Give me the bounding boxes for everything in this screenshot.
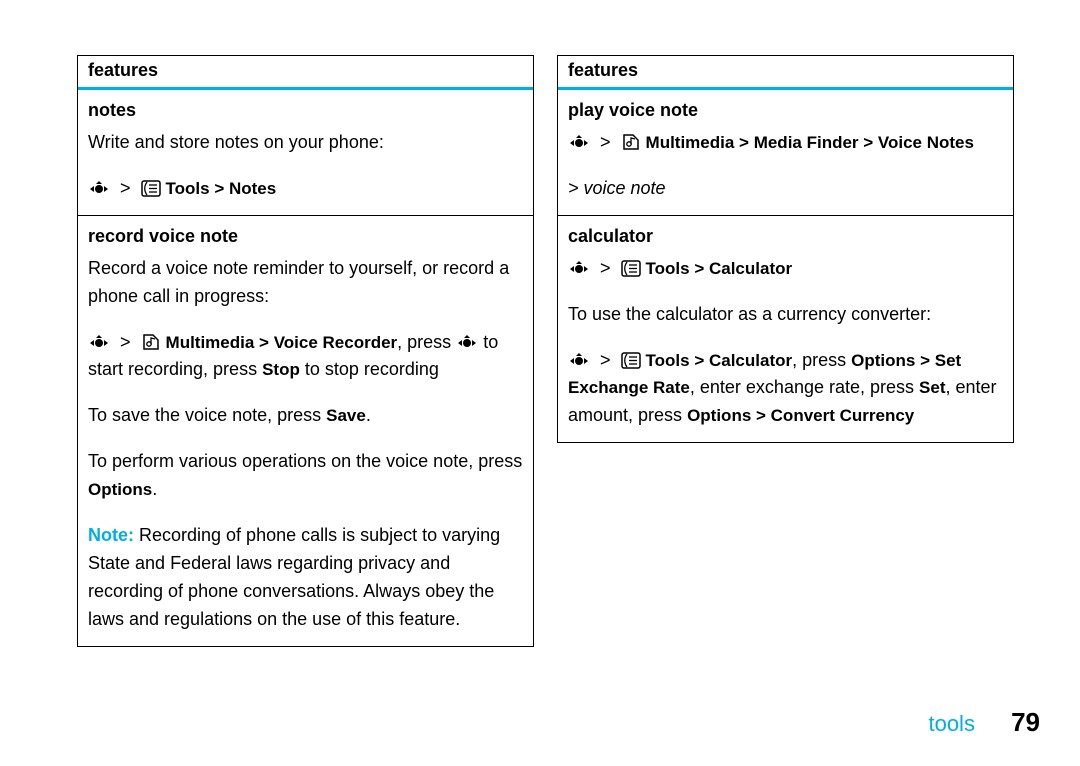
tools-icon <box>141 179 161 197</box>
paragraph-italic: > voice note <box>558 169 1013 215</box>
feature-title: record voice note <box>78 216 533 249</box>
paragraph: To use the calculator as a currency conv… <box>558 295 1013 341</box>
note-paragraph: Note: Recording of phone calls is subjec… <box>78 516 533 646</box>
page-number: 79 <box>1011 707 1040 737</box>
page-footer: tools 79 <box>928 707 1040 738</box>
paragraph: > Multimedia > Voice Recorder, press to … <box>78 323 533 397</box>
paragraph: To perform various operations on the voi… <box>78 442 533 516</box>
paragraph: Record a voice note reminder to yourself… <box>78 249 533 323</box>
nav-path: > Multimedia > Media Finder > Voice Note… <box>558 123 1013 169</box>
nav-path: > Tools > Notes <box>78 169 533 215</box>
center-key-icon <box>568 261 590 277</box>
feature-title: play voice note <box>558 90 1013 123</box>
feature-cell: notesWrite and store notes on your phone… <box>78 90 533 216</box>
tools-icon <box>621 351 641 369</box>
feature-cell: record voice noteRecord a voice note rem… <box>78 216 533 646</box>
nav-path: > Tools > Calculator <box>558 249 1013 295</box>
right-column: featuresplay voice note > Multimedia > M… <box>557 55 1014 443</box>
feature-title: notes <box>78 90 533 123</box>
center-key-icon <box>456 335 478 351</box>
paragraph: Write and store notes on your phone: <box>78 123 533 169</box>
center-key-icon <box>88 181 110 197</box>
center-key-icon <box>568 353 590 369</box>
multimedia-icon <box>621 133 641 151</box>
feature-cell: calculator > Tools > CalculatorTo use th… <box>558 216 1013 442</box>
multimedia-icon <box>141 333 161 351</box>
features-header: features <box>78 56 533 90</box>
features-header: features <box>558 56 1013 90</box>
paragraph: To save the voice note, press Save. <box>78 396 533 442</box>
center-key-icon <box>568 135 590 151</box>
left-column: featuresnotesWrite and store notes on yo… <box>77 55 534 647</box>
center-key-icon <box>88 335 110 351</box>
section-label: tools <box>928 711 974 736</box>
feature-cell: play voice note > Multimedia > Media Fin… <box>558 90 1013 216</box>
feature-title: calculator <box>558 216 1013 249</box>
tools-icon <box>621 259 641 277</box>
paragraph: > Tools > Calculator, press Options > Se… <box>558 341 1013 443</box>
